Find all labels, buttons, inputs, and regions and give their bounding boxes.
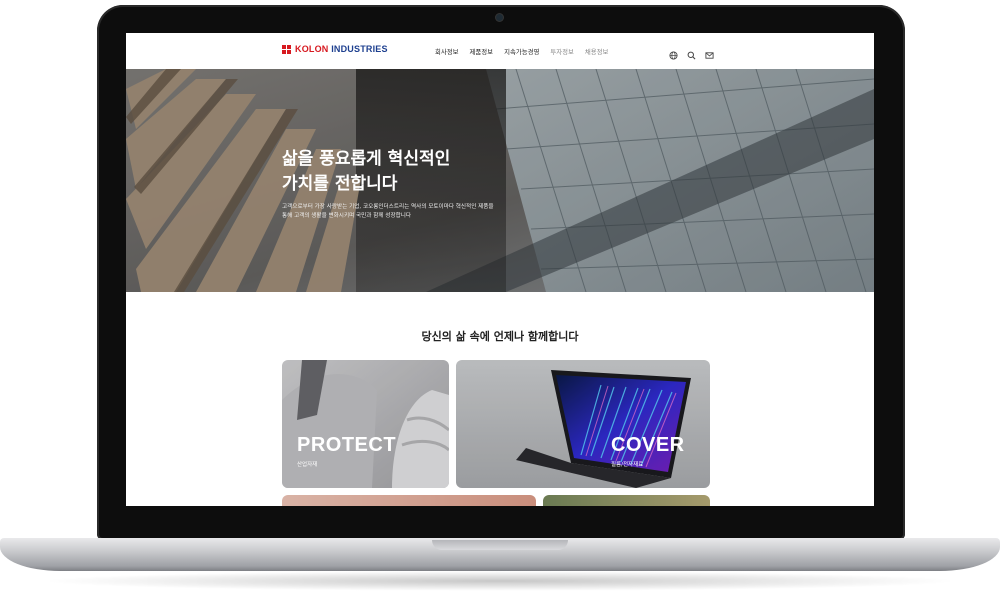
hero-background-image [126, 69, 874, 292]
card-cover-title: COVER [611, 434, 685, 456]
hero-description: 고객으로부터 가장 사랑받는 기업, 코오롱인더스트리는 역사의 모토이마다 혁… [282, 203, 532, 221]
card-cover-subtitle: 필름/전자재료 [611, 462, 644, 468]
nav-item-careers[interactable]: 채용정보 [585, 47, 609, 56]
hero-banner: 삶을 풍요롭게 혁신적인 가치를 전합니다 고객으로부터 가장 사랑받는 기업,… [126, 69, 874, 292]
hero-title-line-2: 가치를 전합니다 [282, 174, 398, 194]
website-screen: KOLON INDUSTRIES 회사정보 제품정보 지속가능경영 투자정보 채… [126, 33, 874, 506]
laptop-mockup: KOLON INDUSTRIES 회사정보 제품정보 지속가능경영 투자정보 채… [0, 0, 1000, 605]
globe-icon[interactable] [669, 45, 678, 60]
nav-item-investors[interactable]: 투자정보 [550, 47, 574, 56]
hero-title-line-1: 삶을 풍요롭게 혁신적인 [282, 149, 451, 169]
laptop-notch [432, 540, 568, 550]
cover-image [456, 360, 710, 488]
section-title: 당신의 삶 속에 언제나 함께합니다 [421, 330, 579, 343]
card-protect[interactable]: PROTECT 산업자재 [282, 360, 449, 488]
nav-item-sustainability[interactable]: 지속가능경영 [504, 47, 539, 56]
card-cover[interactable]: COVER 필름/전자재료 [456, 360, 710, 488]
nav-item-company[interactable]: 회사정보 [435, 47, 459, 56]
card-protect-title: PROTECT [297, 434, 397, 456]
logo[interactable]: KOLON INDUSTRIES [282, 44, 388, 54]
site-header: KOLON INDUSTRIES 회사정보 제품정보 지속가능경영 투자정보 채… [126, 33, 874, 69]
hero-description-line-1: 고객으로부터 가장 사랑받는 기업, 코오롱인더스트리는 역사의 모토이마다 혁… [282, 204, 494, 210]
card-next-1[interactable] [282, 495, 536, 506]
main-nav: 회사정보 제품정보 지속가능경영 투자정보 채용정보 [435, 47, 608, 56]
hero-title: 삶을 풍요롭게 혁신적인 가치를 전합니다 [282, 147, 450, 197]
card-protect-subtitle: 산업자재 [297, 462, 318, 468]
kolon-logo-icon [282, 44, 291, 54]
search-icon[interactable] [687, 45, 696, 60]
laptop-shadow [40, 571, 960, 591]
protect-image [282, 360, 449, 488]
card-next-2[interactable] [543, 495, 710, 506]
nav-item-products[interactable]: 제품정보 [470, 47, 494, 56]
hero-description-line-2: 통해 고객의 생활을 변화시키며 국민과 함께 성장합니다 [282, 213, 412, 219]
header-tools [669, 45, 714, 60]
webcam [496, 14, 503, 21]
logo-text: KOLON INDUSTRIES [295, 44, 388, 54]
mail-icon[interactable] [705, 45, 714, 59]
